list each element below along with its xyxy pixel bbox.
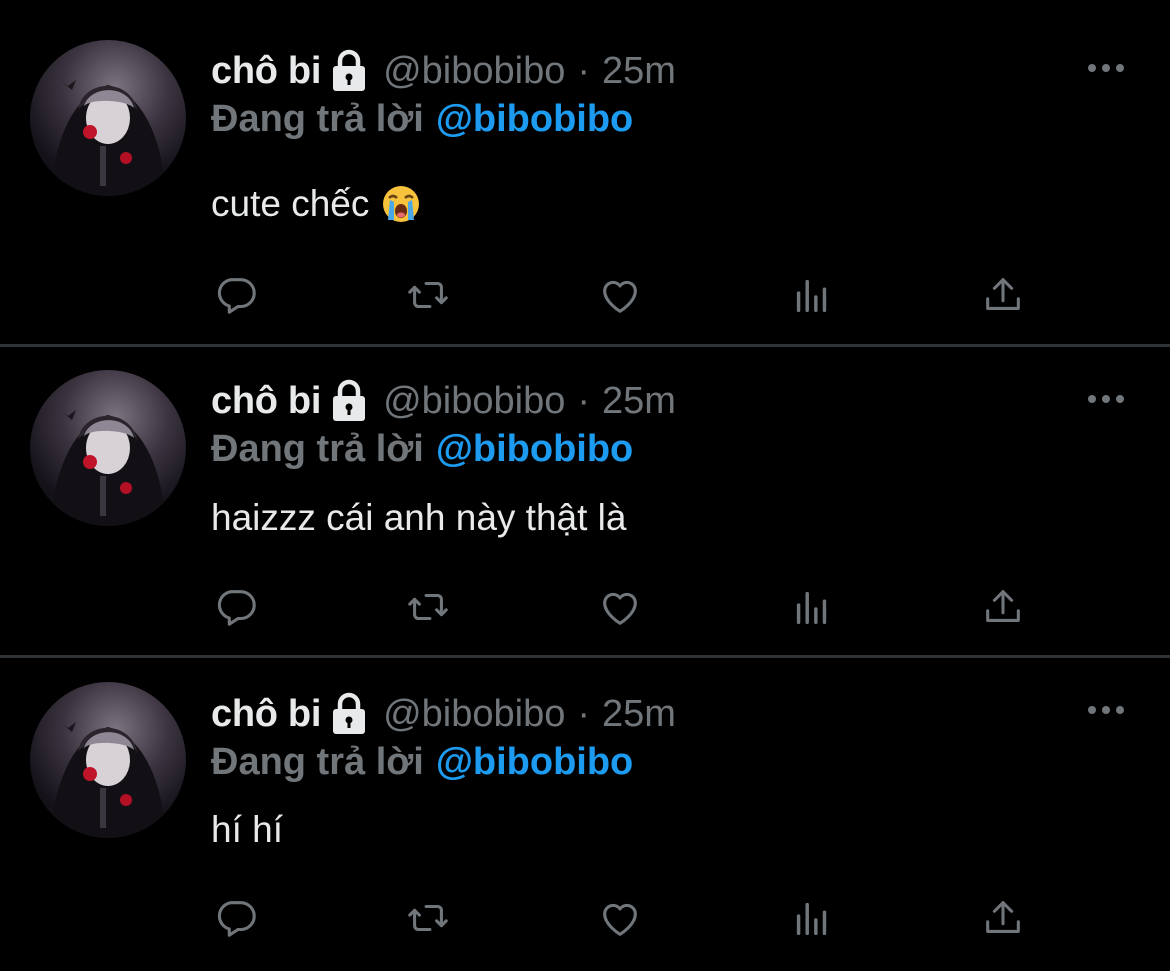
separator: · (577, 692, 591, 735)
reply-prefix: Đang trả lời (211, 427, 424, 470)
reply-icon[interactable] (211, 270, 261, 320)
share-icon[interactable] (978, 270, 1028, 320)
lock-icon (329, 49, 369, 93)
display-name[interactable]: chô bi (211, 693, 321, 736)
tweet-text-content: cute chếc (211, 183, 370, 224)
tweet-actions (211, 582, 1051, 632)
loudly-crying-face-emoji (381, 184, 421, 224)
like-icon[interactable] (595, 582, 645, 632)
views-icon[interactable] (787, 270, 837, 320)
retweet-icon[interactable] (403, 270, 453, 320)
tweet-feed: chô bi @bibobibo · 25m Đang trả lời @bib… (0, 0, 1170, 971)
handle[interactable]: @bibobibo (383, 693, 565, 736)
handle[interactable]: @bibobibo (383, 380, 565, 423)
tweet-text: haizzz cái anh này thật là (211, 493, 626, 543)
timestamp[interactable]: 25m (602, 50, 676, 93)
retweet-icon[interactable] (403, 893, 453, 943)
reply-icon[interactable] (211, 582, 261, 632)
tweet-text-content: haizzz cái anh này thật là (211, 497, 627, 538)
share-icon[interactable] (978, 893, 1028, 943)
tweet-text-content: hí hí (211, 809, 283, 850)
tweet-text: cute chếc (211, 179, 421, 229)
like-icon[interactable] (595, 893, 645, 943)
reply-prefix: Đang trả lời (211, 97, 424, 140)
lock-icon (329, 692, 369, 736)
reply-context: Đang trả lời @bibobibo (211, 94, 633, 144)
separator: · (577, 379, 591, 422)
views-icon[interactable] (787, 582, 837, 632)
separator: · (577, 49, 591, 92)
tweet[interactable]: chô bi @bibobibo · 25m Đang trả lời @bib… (0, 347, 1170, 658)
reply-mention-link[interactable]: @bibobibo (436, 98, 633, 141)
more-icon[interactable] (1086, 703, 1126, 717)
lock-icon (329, 379, 369, 423)
tweet-text: hí hí (211, 805, 283, 855)
timestamp[interactable]: 25m (602, 380, 676, 423)
tweet-actions (211, 270, 1051, 320)
timestamp[interactable]: 25m (602, 693, 676, 736)
display-name[interactable]: chô bi (211, 380, 321, 423)
tweet-header: chô bi @bibobibo · 25m (211, 376, 676, 426)
tweet[interactable]: chô bi @bibobibo · 25m Đang trả lời @bib… (0, 658, 1170, 971)
tweet-actions (211, 893, 1051, 943)
handle[interactable]: @bibobibo (383, 50, 565, 93)
tweet-header: chô bi @bibobibo · 25m (211, 689, 676, 739)
avatar[interactable] (30, 682, 186, 838)
like-icon[interactable] (595, 270, 645, 320)
display-name[interactable]: chô bi (211, 50, 321, 93)
reply-mention-link[interactable]: @bibobibo (436, 741, 633, 784)
reply-icon[interactable] (211, 893, 261, 943)
tweet-header: chô bi @bibobibo · 25m (211, 46, 676, 96)
share-icon[interactable] (978, 582, 1028, 632)
reply-context: Đang trả lời @bibobibo (211, 737, 633, 787)
retweet-icon[interactable] (403, 582, 453, 632)
reply-context: Đang trả lời @bibobibo (211, 424, 633, 474)
tweet[interactable]: chô bi @bibobibo · 25m Đang trả lời @bib… (0, 0, 1170, 347)
reply-prefix: Đang trả lời (211, 740, 424, 783)
views-icon[interactable] (787, 893, 837, 943)
reply-mention-link[interactable]: @bibobibo (436, 428, 633, 471)
avatar[interactable] (30, 370, 186, 526)
more-icon[interactable] (1086, 61, 1126, 75)
more-icon[interactable] (1086, 392, 1126, 406)
avatar[interactable] (30, 40, 186, 196)
